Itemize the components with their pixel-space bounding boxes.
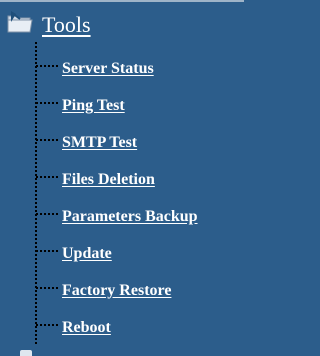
- tree-item-reboot[interactable]: Reboot: [62, 319, 111, 343]
- tree-item-parameters-backup[interactable]: Parameters Backup: [62, 208, 198, 232]
- tree-item-server-status[interactable]: Server Status: [62, 60, 154, 84]
- tree-item-smtp-test[interactable]: SMTP Test: [62, 134, 137, 158]
- menu-panel: Tools Server Status Ping Test SMTP Test …: [0, 0, 244, 356]
- tree-item-update[interactable]: Update: [62, 245, 112, 269]
- folder-with-arrow-icon: [7, 11, 33, 33]
- tree-item-factory-restore[interactable]: Factory Restore: [62, 282, 171, 306]
- tree-item-ping-test[interactable]: Ping Test: [62, 97, 125, 121]
- top-divider: [0, 0, 244, 2]
- tree-item-files-deletion[interactable]: Files Deletion: [62, 171, 155, 195]
- tree-root-tools[interactable]: Tools: [6, 6, 126, 42]
- tree-root-label[interactable]: Tools: [42, 12, 91, 38]
- partial-icon-bottom: [20, 350, 32, 356]
